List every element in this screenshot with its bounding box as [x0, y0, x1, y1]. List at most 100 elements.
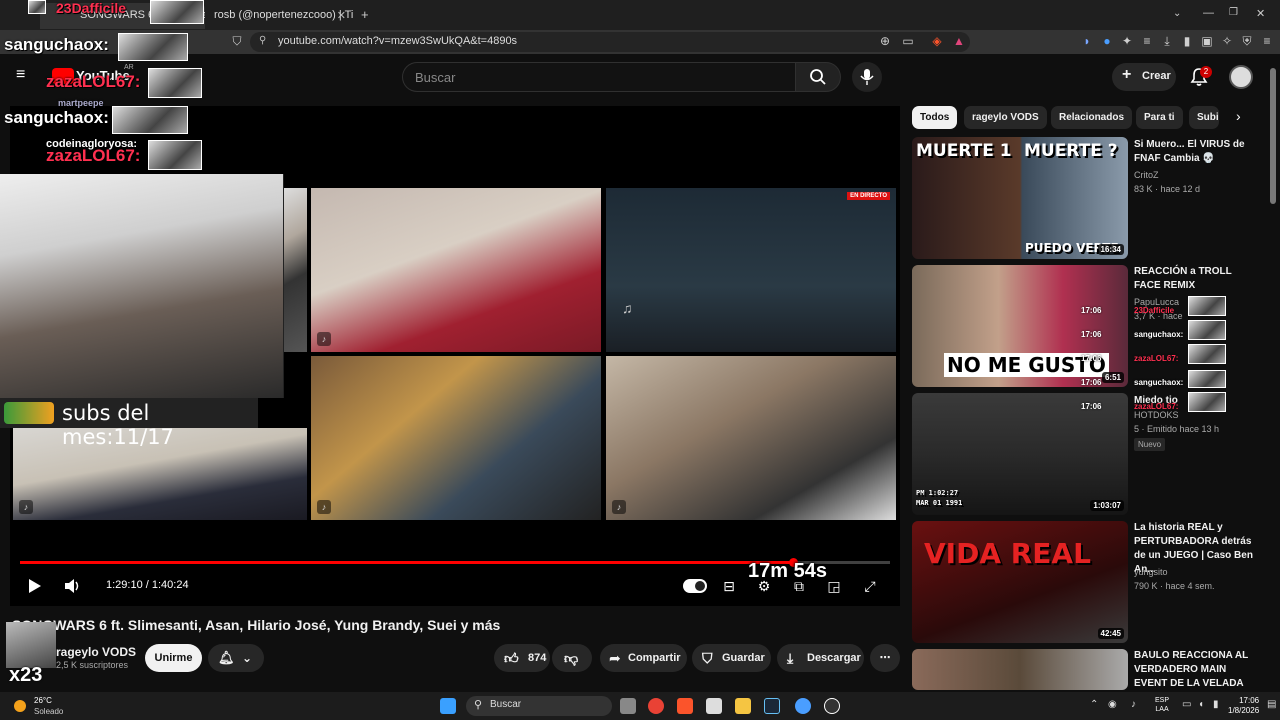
- close-window-icon[interactable]: ✕: [1256, 7, 1265, 20]
- search-input[interactable]: Buscar: [402, 62, 795, 92]
- playlist-icon[interactable]: ≡: [1140, 34, 1154, 48]
- notification-center-icon[interactable]: ▤: [1267, 699, 1276, 710]
- sidebar-video-thumb-4[interactable]: VIDA REAL 42:45: [912, 521, 1128, 643]
- clock-date: 1/8/2026: [1228, 706, 1260, 715]
- fullscreen-icon[interactable]: ⤢: [860, 576, 880, 596]
- steam-icon[interactable]: [764, 698, 780, 714]
- bookmark-icon[interactable]: ⛉: [230, 34, 244, 48]
- sidebar-video-thumb-5[interactable]: [912, 649, 1128, 690]
- chip-relacionados[interactable]: Relacionados: [1051, 106, 1133, 129]
- chevron-down-icon[interactable]: ⌄: [1173, 8, 1181, 19]
- weather-sun-icon[interactable]: [14, 700, 26, 712]
- chat-time: 17:06: [1081, 402, 1102, 411]
- sidebar-video-channel[interactable]: HOTDOKS: [1134, 410, 1179, 420]
- chat-emote: [1188, 296, 1226, 316]
- clock[interactable]: 17:06 1/8/2026: [1228, 696, 1259, 716]
- channel-avatar[interactable]: [6, 622, 56, 668]
- like-button[interactable]: 👍︎ 874: [494, 644, 550, 672]
- volume-icon[interactable]: [64, 578, 82, 594]
- battery-icon[interactable]: ▮: [1213, 699, 1219, 710]
- sidebar-video-title[interactable]: Si Muero... El VIRUS de FNAF Cambia 💀: [1134, 138, 1259, 166]
- channel-name[interactable]: rageylo VODS: [56, 645, 136, 659]
- maximize-icon[interactable]: ❐: [1229, 7, 1238, 18]
- wallet-icon[interactable]: ◗: [1080, 34, 1094, 48]
- shield-icon[interactable]: ⛨: [1240, 34, 1254, 48]
- chip-para-ti[interactable]: Para ti: [1136, 106, 1183, 129]
- sidebar-video-thumb-1[interactable]: MUERTE 1 MUERTE ? PUEDO VERTE 16:34: [912, 137, 1128, 259]
- play-icon[interactable]: [28, 578, 42, 594]
- autoplay-toggle[interactable]: [683, 579, 707, 593]
- downloads-icon[interactable]: ⤓: [1160, 34, 1174, 48]
- share-icon: ➦: [609, 650, 621, 666]
- miniplayer-icon[interactable]: ⧉: [789, 576, 809, 596]
- tray-chevron-icon[interactable]: ⌃: [1090, 699, 1098, 710]
- share-button[interactable]: ➦ Compartir: [600, 644, 687, 672]
- notification-count-badge: 2: [1200, 66, 1212, 78]
- taskbar-search[interactable]: ⚲ Buscar: [466, 696, 612, 716]
- download-button[interactable]: ⤓ Descargar: [777, 644, 864, 672]
- windows-start-icon[interactable]: [440, 698, 456, 714]
- chip-todos[interactable]: Todos: [912, 106, 958, 129]
- time-display: 1:29:10 / 1:40:24: [106, 579, 189, 591]
- sidebar-video-channel[interactable]: CritoZ: [1134, 170, 1159, 180]
- sidebar-video-title[interactable]: REACCIÓN a TROLL FACE REMIX: [1134, 265, 1259, 293]
- hamburger-menu-icon[interactable]: ≡: [16, 66, 25, 84]
- create-button[interactable]: + Crear: [1112, 63, 1176, 91]
- rewards-icon[interactable]: ▲: [952, 34, 966, 48]
- sidebar-video-thumb-3[interactable]: PM 1:02:27 MAR 01 1991 1:03:07: [912, 393, 1128, 515]
- new-tab-button[interactable]: +: [361, 7, 369, 22]
- voice-search-button[interactable]: [852, 62, 882, 92]
- language-indicator[interactable]: ESP LAA: [1155, 696, 1169, 714]
- join-button[interactable]: Unirme: [145, 644, 202, 672]
- sidebar-video-channel[interactable]: yungsito: [1134, 567, 1168, 577]
- network-icon[interactable]: ▭: [1182, 699, 1191, 710]
- brave-icon[interactable]: [677, 698, 693, 714]
- mic-icon: ♪: [19, 500, 33, 514]
- file-explorer-icon[interactable]: [735, 698, 751, 714]
- subscribe-bell-button[interactable]: 🔔︎ ⌄: [208, 644, 264, 672]
- subtitles-icon[interactable]: ⊟: [719, 576, 739, 596]
- wallet-alt-icon[interactable]: ▣: [1200, 34, 1214, 48]
- close-tab-icon[interactable]: ✕: [337, 9, 346, 22]
- camera-tile-1: ♪: [311, 188, 601, 352]
- ai-icon[interactable]: ✧: [1220, 34, 1234, 48]
- weather-temperature[interactable]: 26°C: [34, 696, 52, 705]
- settings-gear-icon[interactable]: ⚙: [754, 576, 774, 596]
- discord-tray-icon[interactable]: ◉: [1108, 699, 1117, 710]
- chip-rageylo-vods[interactable]: rageylo VODS: [964, 106, 1047, 129]
- minimize-icon[interactable]: —: [1203, 7, 1214, 19]
- obs-icon[interactable]: [824, 698, 840, 714]
- search-button[interactable]: [795, 62, 841, 92]
- chrome-icon[interactable]: [648, 698, 664, 714]
- store-icon[interactable]: [706, 698, 722, 714]
- weather-condition[interactable]: Soleado: [34, 707, 63, 716]
- cast-icon[interactable]: ▭: [901, 34, 915, 48]
- volume-tray-icon[interactable]: ◖: [1198, 699, 1204, 710]
- brave-shield-icon[interactable]: ◈: [930, 34, 944, 48]
- chip-subidos[interactable]: Subi: [1189, 106, 1219, 129]
- url-text: youtube.com/watch?v=mzew3SwUkQA&t=4890s: [278, 35, 518, 47]
- extensions-icon[interactable]: ✦: [1120, 34, 1134, 48]
- dislike-button[interactable]: 👎︎: [552, 644, 592, 672]
- sidebar-video-title[interactable]: BAULO REACCIONA AL VERDADERO MAIN EVENT …: [1134, 649, 1259, 691]
- tab-tiktok[interactable]: rosb (@nopertenezcooo) | TikTok ✕: [206, 3, 354, 29]
- save-button[interactable]: ⛉ Guardar: [692, 644, 771, 672]
- sidebar-icon[interactable]: ▮: [1180, 34, 1194, 48]
- task-view-icon[interactable]: [620, 698, 636, 714]
- vpn-icon[interactable]: ●: [1100, 34, 1114, 48]
- scrollbar-thumb[interactable]: [1270, 68, 1276, 204]
- profile-avatar[interactable]: [1229, 65, 1253, 89]
- cast-icon[interactable]: ◲: [824, 576, 844, 596]
- site-info-icon[interactable]: ⚲: [259, 35, 266, 46]
- chevron-right-icon[interactable]: ›: [1236, 108, 1241, 124]
- sidebar-video-thumb-2[interactable]: NO ME GUSTO 6:51: [912, 265, 1128, 387]
- scrollbar[interactable]: [1270, 62, 1276, 690]
- mic-tray-icon[interactable]: ♪: [1131, 699, 1136, 710]
- region-code: AR: [124, 64, 134, 71]
- more-actions-button[interactable]: ⋯: [870, 644, 900, 672]
- menu-icon[interactable]: ≡: [1260, 34, 1274, 48]
- zoom-icon[interactable]: ⊕: [878, 34, 892, 48]
- app-icon[interactable]: [795, 698, 811, 714]
- url-field[interactable]: ⚲ youtube.com/watch?v=mzew3SwUkQA&t=4890…: [250, 32, 970, 52]
- thumbs-down-icon: 👎︎: [564, 650, 579, 666]
